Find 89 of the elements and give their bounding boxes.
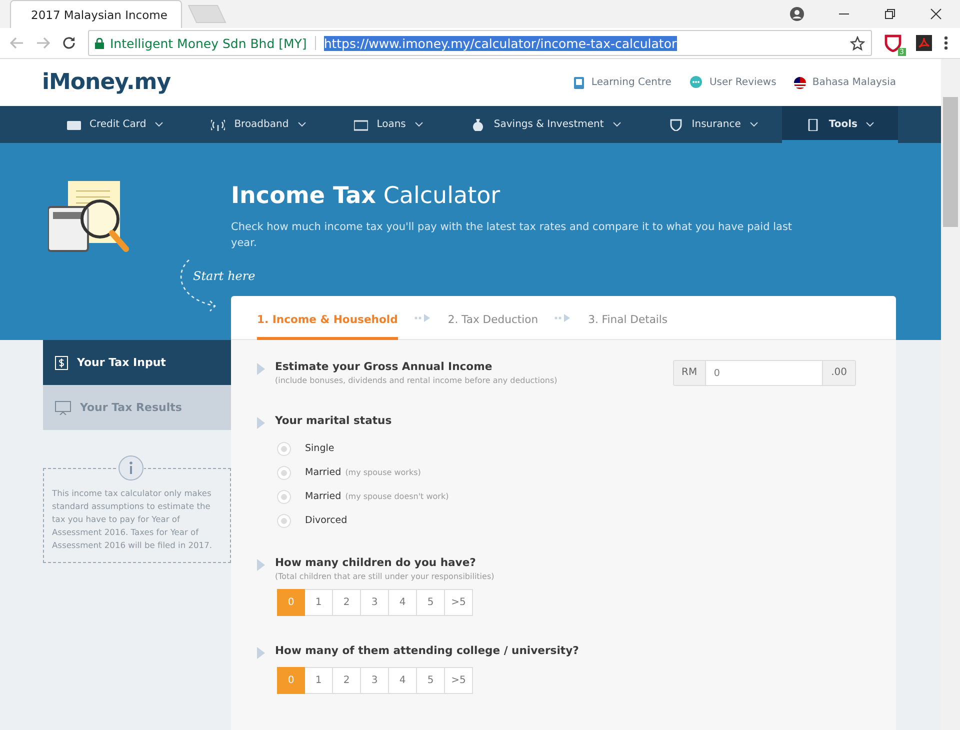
url-text: https://www.imoney.my/calculator/income-tax-calculator [324, 36, 677, 50]
step-tab[interactable]: 3. Final Details [588, 296, 668, 340]
banknote-icon [354, 118, 368, 130]
sidebar-item[interactable]: Your Tax Input [43, 340, 231, 385]
radio-button[interactable] [277, 490, 291, 504]
count-option-button[interactable]: 3 [361, 667, 389, 694]
count-option-button[interactable]: 3 [361, 589, 389, 616]
back-arrow-icon[interactable] [10, 37, 24, 49]
star-icon[interactable] [850, 36, 865, 50]
question-title: How many children do you have? [275, 556, 477, 569]
monitor-icon [55, 400, 71, 414]
count-option-button[interactable]: >5 [445, 589, 473, 616]
chevron-down-icon [612, 122, 621, 127]
start-here-label: Start here [193, 269, 256, 283]
nav-menu-item[interactable]: Credit Card [42, 106, 188, 143]
income-input-field[interactable]: RM 0 .00 [672, 360, 856, 386]
header-link[interactable]: Bahasa Malaysia [794, 76, 896, 89]
site-logo[interactable]: iMoney.my [42, 70, 171, 95]
nav-menu-item[interactable]: Insurance [644, 106, 782, 143]
chat-bubble-icon [689, 76, 704, 89]
money-bag-icon [470, 118, 485, 130]
shield-icon [668, 118, 683, 130]
radio-button[interactable] [277, 442, 291, 456]
count-option-button[interactable]: 2 [333, 589, 361, 616]
radio-note: (my spouse doesn't work) [345, 492, 449, 501]
signal-icon [211, 118, 226, 130]
header-link[interactable]: User Reviews [689, 76, 776, 89]
forward-arrow-icon[interactable] [36, 37, 50, 49]
chevron-down-icon [298, 122, 306, 127]
page-title: Income Tax Calculator [231, 183, 502, 209]
address-bar[interactable]: Intelligent Money Sdn Bhd [MY] https://www.imoney.my/calculator/income-tax-calculator [88, 30, 872, 56]
lock-icon [95, 38, 104, 48]
question-title: Estimate your Gross Annual Income [275, 360, 494, 373]
scrollbar[interactable] [941, 59, 960, 730]
nav-menu-item[interactable]: Savings & Investment [446, 106, 645, 143]
browser-tab[interactable]: 2017 Malaysian Income [10, 0, 182, 28]
pdf-icon[interactable] [916, 35, 932, 51]
count-option-button[interactable]: 1 [305, 667, 333, 694]
site-identity: Intelligent Money Sdn Bhd [MY] [110, 36, 307, 50]
dotted-arrow-icon [414, 314, 432, 322]
radio-label: Married [305, 467, 342, 478]
triangle-icon [257, 363, 265, 375]
question-hint: (include bonuses, dividends and rental income before any deductions) [275, 376, 558, 385]
menu-icon[interactable] [944, 36, 948, 50]
reload-icon[interactable] [62, 36, 76, 50]
question-title: Your marital status [275, 414, 393, 427]
tab-title: 2017 Malaysian Income [31, 8, 168, 22]
radio-button[interactable] [277, 514, 291, 528]
chevron-down-icon [866, 122, 874, 127]
currency-prefix: RM [674, 361, 706, 385]
count-option-button[interactable]: 4 [389, 667, 417, 694]
radio-label: Single [305, 443, 334, 454]
nav-menu-item[interactable]: Tools [782, 106, 898, 143]
flag-icon [794, 76, 806, 88]
triangle-icon [257, 559, 265, 571]
page-subtitle: Check how much income tax you'll pay with the latest tax rates and compare it to what you have paid last year. [231, 220, 794, 251]
header-link[interactable]: Learning Centre [573, 76, 672, 89]
question-title: How many of them attending college / university? [275, 644, 580, 657]
count-option-button[interactable]: 1 [305, 589, 333, 616]
sidebar-item[interactable]: Your Tax Results [43, 385, 231, 430]
profile-icon[interactable] [790, 7, 804, 21]
triangle-icon [257, 647, 265, 659]
radio-note: (my spouse works) [345, 468, 421, 477]
count-option-button[interactable]: 5 [417, 589, 445, 616]
radio-button[interactable] [277, 466, 291, 480]
triangle-icon [257, 417, 265, 429]
radio-label: Married [305, 491, 342, 502]
restore-icon[interactable] [884, 8, 896, 20]
question-hint: (Total children that are still under your responsibilities) [275, 572, 496, 581]
count-option-button[interactable]: >5 [445, 667, 473, 694]
radio-label: Divorced [305, 515, 348, 526]
dollar-icon [55, 356, 68, 370]
book-icon [573, 76, 586, 88]
count-option-button[interactable]: 2 [333, 667, 361, 694]
chevron-down-icon [414, 122, 423, 127]
count-option-button[interactable]: 5 [417, 667, 445, 694]
nav-menu-item[interactable]: Broadband [187, 106, 330, 143]
chevron-down-icon [155, 122, 164, 127]
decimal-suffix: .00 [823, 361, 855, 385]
info-text: This income tax calculator only makes standard assumptions to estimate the tax you have to pay for Year of Assessment 2016. Taxes for Year of Assessment 2016 will be filed in 2017. [52, 487, 213, 552]
dotted-arrow-icon [554, 314, 572, 322]
nav-menu-item[interactable]: Loans [330, 106, 447, 143]
credit-card-icon [66, 118, 81, 130]
close-icon[interactable] [930, 8, 942, 20]
calculator-icon [806, 118, 820, 130]
info-icon [118, 455, 144, 481]
chevron-down-icon [750, 122, 758, 127]
step-tab[interactable]: 2. Tax Deduction [448, 296, 538, 340]
count-option-button[interactable]: 4 [389, 589, 417, 616]
